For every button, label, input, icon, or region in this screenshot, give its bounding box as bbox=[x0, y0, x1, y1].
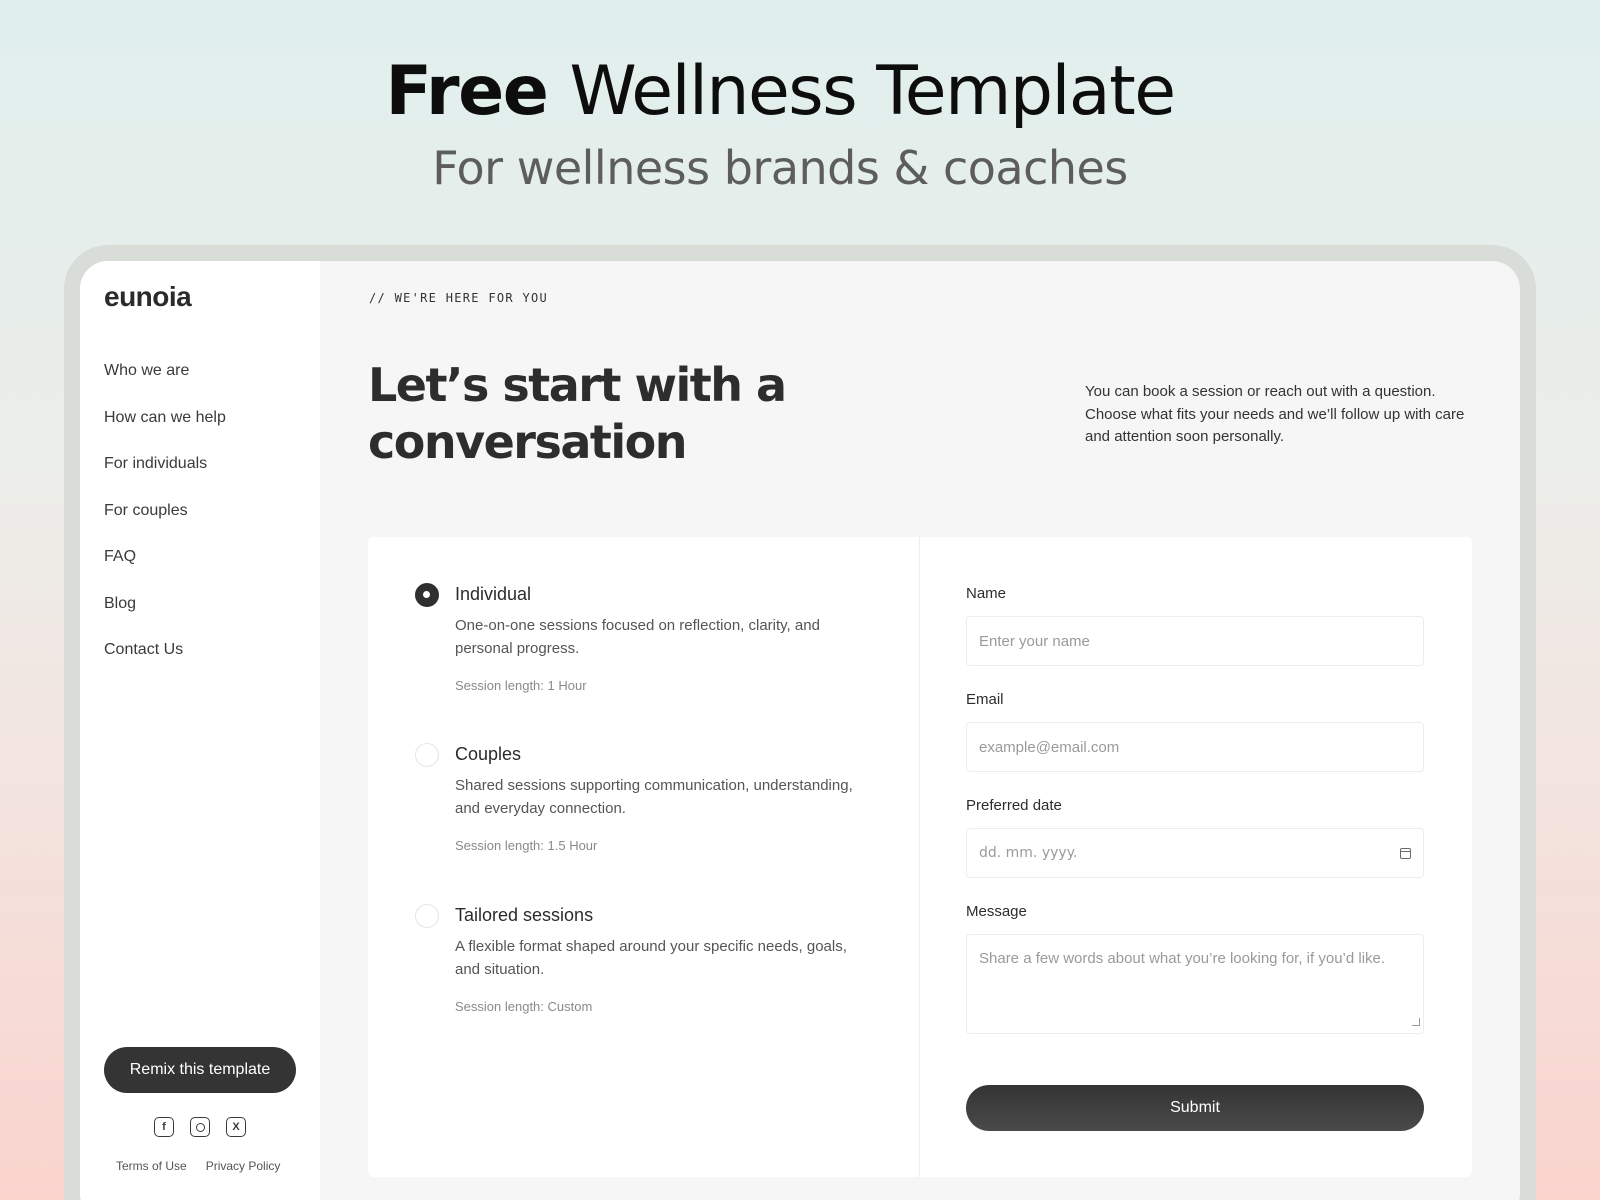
sidebar-nav: Who we are How can we help For individua… bbox=[104, 359, 226, 685]
hero-title: Free Wellness Template bbox=[0, 50, 1560, 134]
nav-item-for-couples[interactable]: For couples bbox=[104, 499, 226, 546]
main-content: // WE'RE HERE FOR YOU Let’s start with a… bbox=[320, 261, 1520, 1200]
hero-subtitle: For wellness brands & coaches bbox=[432, 141, 1128, 195]
sidebar: eunoia Who we are How can we help For in… bbox=[80, 261, 320, 1200]
date-placeholder: dd. mm. yyyy. bbox=[979, 845, 1078, 861]
message-textarea[interactable] bbox=[966, 934, 1424, 1034]
nav-item-blog[interactable]: Blog bbox=[104, 592, 226, 639]
option-session-length: Session length: 1 Hour bbox=[455, 678, 587, 693]
option-title: Individual bbox=[455, 584, 532, 604]
option-title: Couples bbox=[455, 744, 522, 764]
section-eyebrow: // WE'RE HERE FOR YOU bbox=[369, 291, 549, 305]
logo[interactable]: eunoia bbox=[104, 281, 192, 313]
nav-item-contact-us[interactable]: Contact Us bbox=[104, 638, 226, 685]
calendar-icon[interactable] bbox=[1400, 847, 1411, 859]
nav-item-how-can-we-help[interactable]: How can we help bbox=[104, 406, 226, 453]
instagram-lens-shape bbox=[195, 1122, 205, 1132]
hero-title-light: Wellness Template bbox=[569, 52, 1177, 131]
x-twitter-icon[interactable]: X bbox=[226, 1117, 246, 1137]
intro-text: You can book a session or reach out with… bbox=[1085, 383, 1465, 445]
option-description: Shared sessions supporting communication… bbox=[455, 777, 853, 817]
message-label: Message bbox=[966, 903, 1027, 920]
hero-banner: Free Wellness Template For wellness bran… bbox=[0, 50, 1560, 198]
nav-item-who-we-are[interactable]: Who we are bbox=[104, 359, 226, 406]
option-session-length: Session length: Custom bbox=[455, 999, 593, 1014]
resize-handle-icon[interactable] bbox=[1412, 1018, 1420, 1026]
name-label: Name bbox=[966, 585, 1007, 602]
facebook-icon[interactable]: f bbox=[154, 1117, 174, 1137]
remix-template-button[interactable]: Remix this template bbox=[104, 1047, 296, 1093]
radio-individual[interactable] bbox=[415, 583, 439, 607]
option-session-length: Session length: 1.5 Hour bbox=[455, 838, 598, 853]
nav-item-faq[interactable]: FAQ bbox=[104, 545, 226, 592]
booking-card: Individual One-on-one sessions focused o… bbox=[368, 537, 1472, 1177]
option-description: A flexible format shaped around your spe… bbox=[455, 938, 847, 978]
hero-title-strong: Free bbox=[385, 52, 548, 131]
submit-button[interactable]: Submit bbox=[966, 1085, 1424, 1131]
footer-links: Terms of Use Privacy Policy bbox=[116, 1159, 280, 1173]
instagram-icon[interactable] bbox=[190, 1117, 210, 1137]
option-description: One-on-one sessions focused on reflectio… bbox=[455, 617, 820, 657]
privacy-link[interactable]: Privacy Policy bbox=[206, 1159, 281, 1173]
name-input[interactable] bbox=[966, 616, 1424, 666]
date-label: Preferred date bbox=[966, 797, 1062, 814]
email-label: Email bbox=[966, 691, 1004, 708]
terms-link[interactable]: Terms of Use bbox=[116, 1159, 187, 1173]
nav-item-for-individuals[interactable]: For individuals bbox=[104, 452, 226, 499]
radio-couples[interactable] bbox=[415, 743, 439, 767]
app-window: eunoia Who we are How can we help For in… bbox=[80, 261, 1520, 1200]
radio-tailored[interactable] bbox=[415, 904, 439, 928]
page-headline: Let’s start with a conversation bbox=[368, 358, 787, 469]
date-input[interactable]: dd. mm. yyyy. bbox=[966, 828, 1424, 878]
email-input[interactable] bbox=[966, 722, 1424, 772]
card-divider bbox=[919, 537, 920, 1177]
option-title: Tailored sessions bbox=[455, 905, 594, 925]
social-links: f X bbox=[154, 1117, 246, 1137]
